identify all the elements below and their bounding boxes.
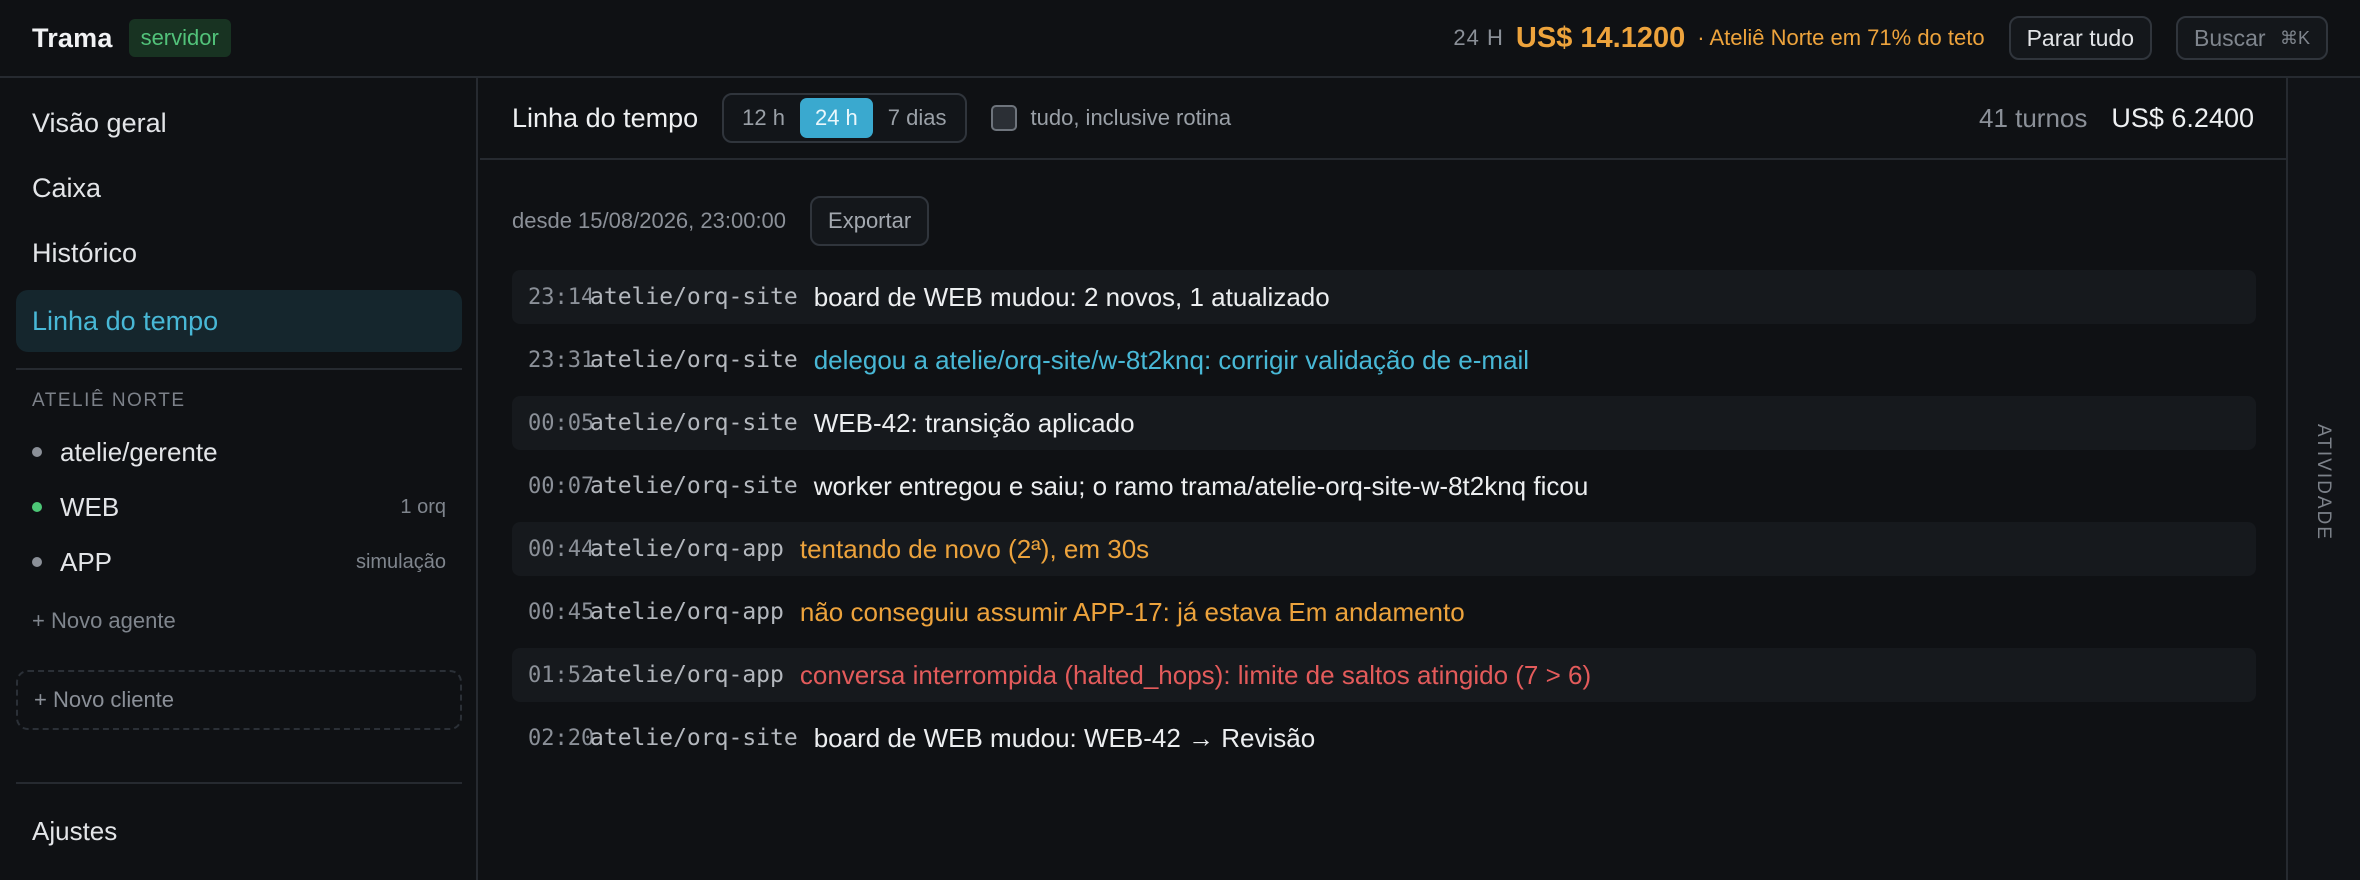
activity-rail[interactable]: ATIVIDADE bbox=[2286, 78, 2360, 880]
environment-badge: servidor bbox=[128, 19, 231, 57]
agent-name: APP bbox=[60, 546, 113, 577]
event-message: board de WEB mudou: WEB-42 → Revisão bbox=[813, 722, 1316, 753]
event-source: atelie/orq-site bbox=[590, 347, 798, 373]
event-list: 23:14 atelie/orq-site board de WEB mudou: … bbox=[512, 270, 2256, 774]
timeline-event-row[interactable]: 00:05 atelie/orq-site WEB-42: transição ap… bbox=[512, 396, 2256, 450]
event-message: não conseguiu assumir APP-17: já estava … bbox=[799, 596, 1465, 627]
timeline-event-row[interactable]: 00:44 atelie/orq-app tentando de novo (2ª)… bbox=[512, 522, 2256, 576]
agent-name: WEB bbox=[60, 491, 120, 522]
event-time: 02:20 bbox=[528, 725, 595, 751]
event-source: atelie/orq-site bbox=[590, 725, 798, 751]
range-option-12h[interactable]: 12 h bbox=[727, 98, 800, 138]
agent-name: atelie/gerente bbox=[60, 436, 218, 467]
timeline-event-row[interactable]: 00:07 atelie/orq-site worker entregou e sa… bbox=[512, 459, 2256, 513]
sidebar: Visão geral Caixa Histórico Linha do tem… bbox=[0, 78, 478, 880]
nav-item-settings[interactable]: Ajustes bbox=[32, 816, 117, 847]
search-shortcut: ⌘K bbox=[2279, 27, 2310, 48]
event-source: atelie/orq-app bbox=[590, 536, 784, 562]
include-routine-label: tudo, inclusive rotina bbox=[1030, 105, 1232, 130]
event-time: 00:44 bbox=[528, 536, 595, 562]
event-message: tentando de novo (2ª), em 30s bbox=[799, 533, 1150, 564]
event-source: atelie/orq-site bbox=[590, 284, 798, 310]
event-message: worker entregou e saiu; o ramo trama/ate… bbox=[813, 470, 1589, 501]
timeline-event-row[interactable]: 23:14 atelie/orq-site board de WEB mudou: … bbox=[512, 270, 2256, 324]
timeline-event-row[interactable]: 01:52 atelie/orq-app conversa interrompida… bbox=[512, 648, 2256, 702]
page-title: Linha do tempo bbox=[512, 102, 699, 133]
nav-item-timeline[interactable]: Linha do tempo bbox=[16, 290, 462, 352]
range-option-7d[interactable]: 7 dias bbox=[873, 98, 962, 138]
include-routine-checkbox[interactable] bbox=[990, 105, 1017, 131]
event-time: 23:14 bbox=[528, 284, 595, 310]
agent-item-app[interactable]: APP simulação bbox=[32, 542, 446, 582]
app-brand[interactable]: Trama bbox=[32, 23, 113, 54]
event-message[interactable]: delegou a atelie/orq-site/w-8t2knq: corr… bbox=[814, 345, 1529, 376]
event-source: atelie/orq-site bbox=[590, 410, 798, 436]
timeline-summary: 41 turnos US$ 6.2400 bbox=[1979, 103, 2254, 134]
event-time: 00:45 bbox=[528, 599, 595, 625]
agent-meta: 1 orq bbox=[400, 495, 446, 518]
include-routine-toggle[interactable]: tudo, inclusive rotina bbox=[990, 105, 1232, 131]
search-button[interactable]: Buscar ⌘K bbox=[2176, 16, 2328, 60]
top-bar: Trama servidor 24 H US$ 14.1200 · Ateliê… bbox=[0, 0, 2360, 78]
agent-status-dot bbox=[32, 502, 42, 512]
event-source: atelie/orq-site bbox=[590, 473, 798, 499]
activity-rail-label: ATIVIDADE bbox=[2313, 424, 2334, 541]
sidebar-divider bbox=[16, 368, 462, 370]
agent-meta: simulação bbox=[355, 550, 446, 573]
range-selector: 12 h 24 h 7 dias bbox=[722, 93, 967, 143]
nav-item-overview[interactable]: Visão geral bbox=[16, 92, 462, 154]
event-source: atelie/orq-app bbox=[590, 662, 784, 688]
event-message: conversa interrompida (halted_hops): lim… bbox=[799, 659, 1592, 690]
event-time: 01:52 bbox=[528, 662, 595, 688]
new-agent-link[interactable]: + Novo agente bbox=[32, 608, 176, 634]
event-time: 00:07 bbox=[528, 473, 595, 499]
agent-item-web[interactable]: WEB 1 orq bbox=[32, 487, 446, 527]
turn-count: 41 turnos bbox=[1978, 102, 2088, 133]
timeline-toolbar: desde 15/08/2026, 23:00:00 Exportar bbox=[512, 196, 930, 246]
stop-all-button[interactable]: Parar tudo bbox=[2008, 16, 2152, 60]
total-cost: US$ 14.1200 bbox=[1515, 21, 1686, 54]
timeline-header: Linha do tempo 12 h 24 h 7 dias tudo, in… bbox=[480, 78, 2286, 160]
top-bar-status: 24 H US$ 14.1200 · Ateliê Norte em 71% d… bbox=[1453, 16, 2328, 60]
nav-item-history[interactable]: Histórico bbox=[16, 222, 462, 284]
agent-item-gerente[interactable]: atelie/gerente bbox=[32, 432, 446, 472]
search-button-label: Buscar bbox=[2194, 24, 2266, 51]
export-button[interactable]: Exportar bbox=[810, 196, 930, 246]
event-time: 23:31 bbox=[528, 347, 595, 373]
budget-warning: · Ateliê Norte em 71% do teto bbox=[1697, 25, 1985, 50]
agent-status-dot bbox=[32, 447, 42, 457]
timeline-event-row[interactable]: 00:45 atelie/orq-app não conseguiu assumir… bbox=[512, 585, 2256, 639]
nav-item-inbox[interactable]: Caixa bbox=[16, 157, 462, 219]
range-option-24h[interactable]: 24 h bbox=[799, 98, 873, 138]
new-client-button[interactable]: + Novo cliente bbox=[16, 670, 462, 730]
timeline-panel: Linha do tempo 12 h 24 h 7 dias tudo, in… bbox=[480, 78, 2286, 880]
event-message: board de WEB mudou: 2 novos, 1 atualizad… bbox=[813, 281, 1330, 312]
event-source: atelie/orq-app bbox=[590, 599, 784, 625]
client-section-label: ATELIÊ NORTE bbox=[32, 390, 186, 411]
timeline-event-row[interactable]: 02:20 atelie/orq-site board de WEB mudou: … bbox=[512, 711, 2256, 765]
timeline-event-row[interactable]: 23:31 atelie/orq-site delegou a atelie/orq… bbox=[512, 333, 2256, 387]
sidebar-divider bbox=[16, 782, 462, 784]
cost-period-label: 24 H bbox=[1453, 25, 1504, 50]
period-total-cost: US$ 6.2400 bbox=[2111, 102, 2254, 133]
agent-status-dot bbox=[32, 557, 42, 567]
event-time: 00:05 bbox=[528, 410, 595, 436]
event-message: WEB-42: transição aplicado bbox=[813, 407, 1135, 438]
since-timestamp: desde 15/08/2026, 23:00:00 bbox=[512, 208, 787, 233]
